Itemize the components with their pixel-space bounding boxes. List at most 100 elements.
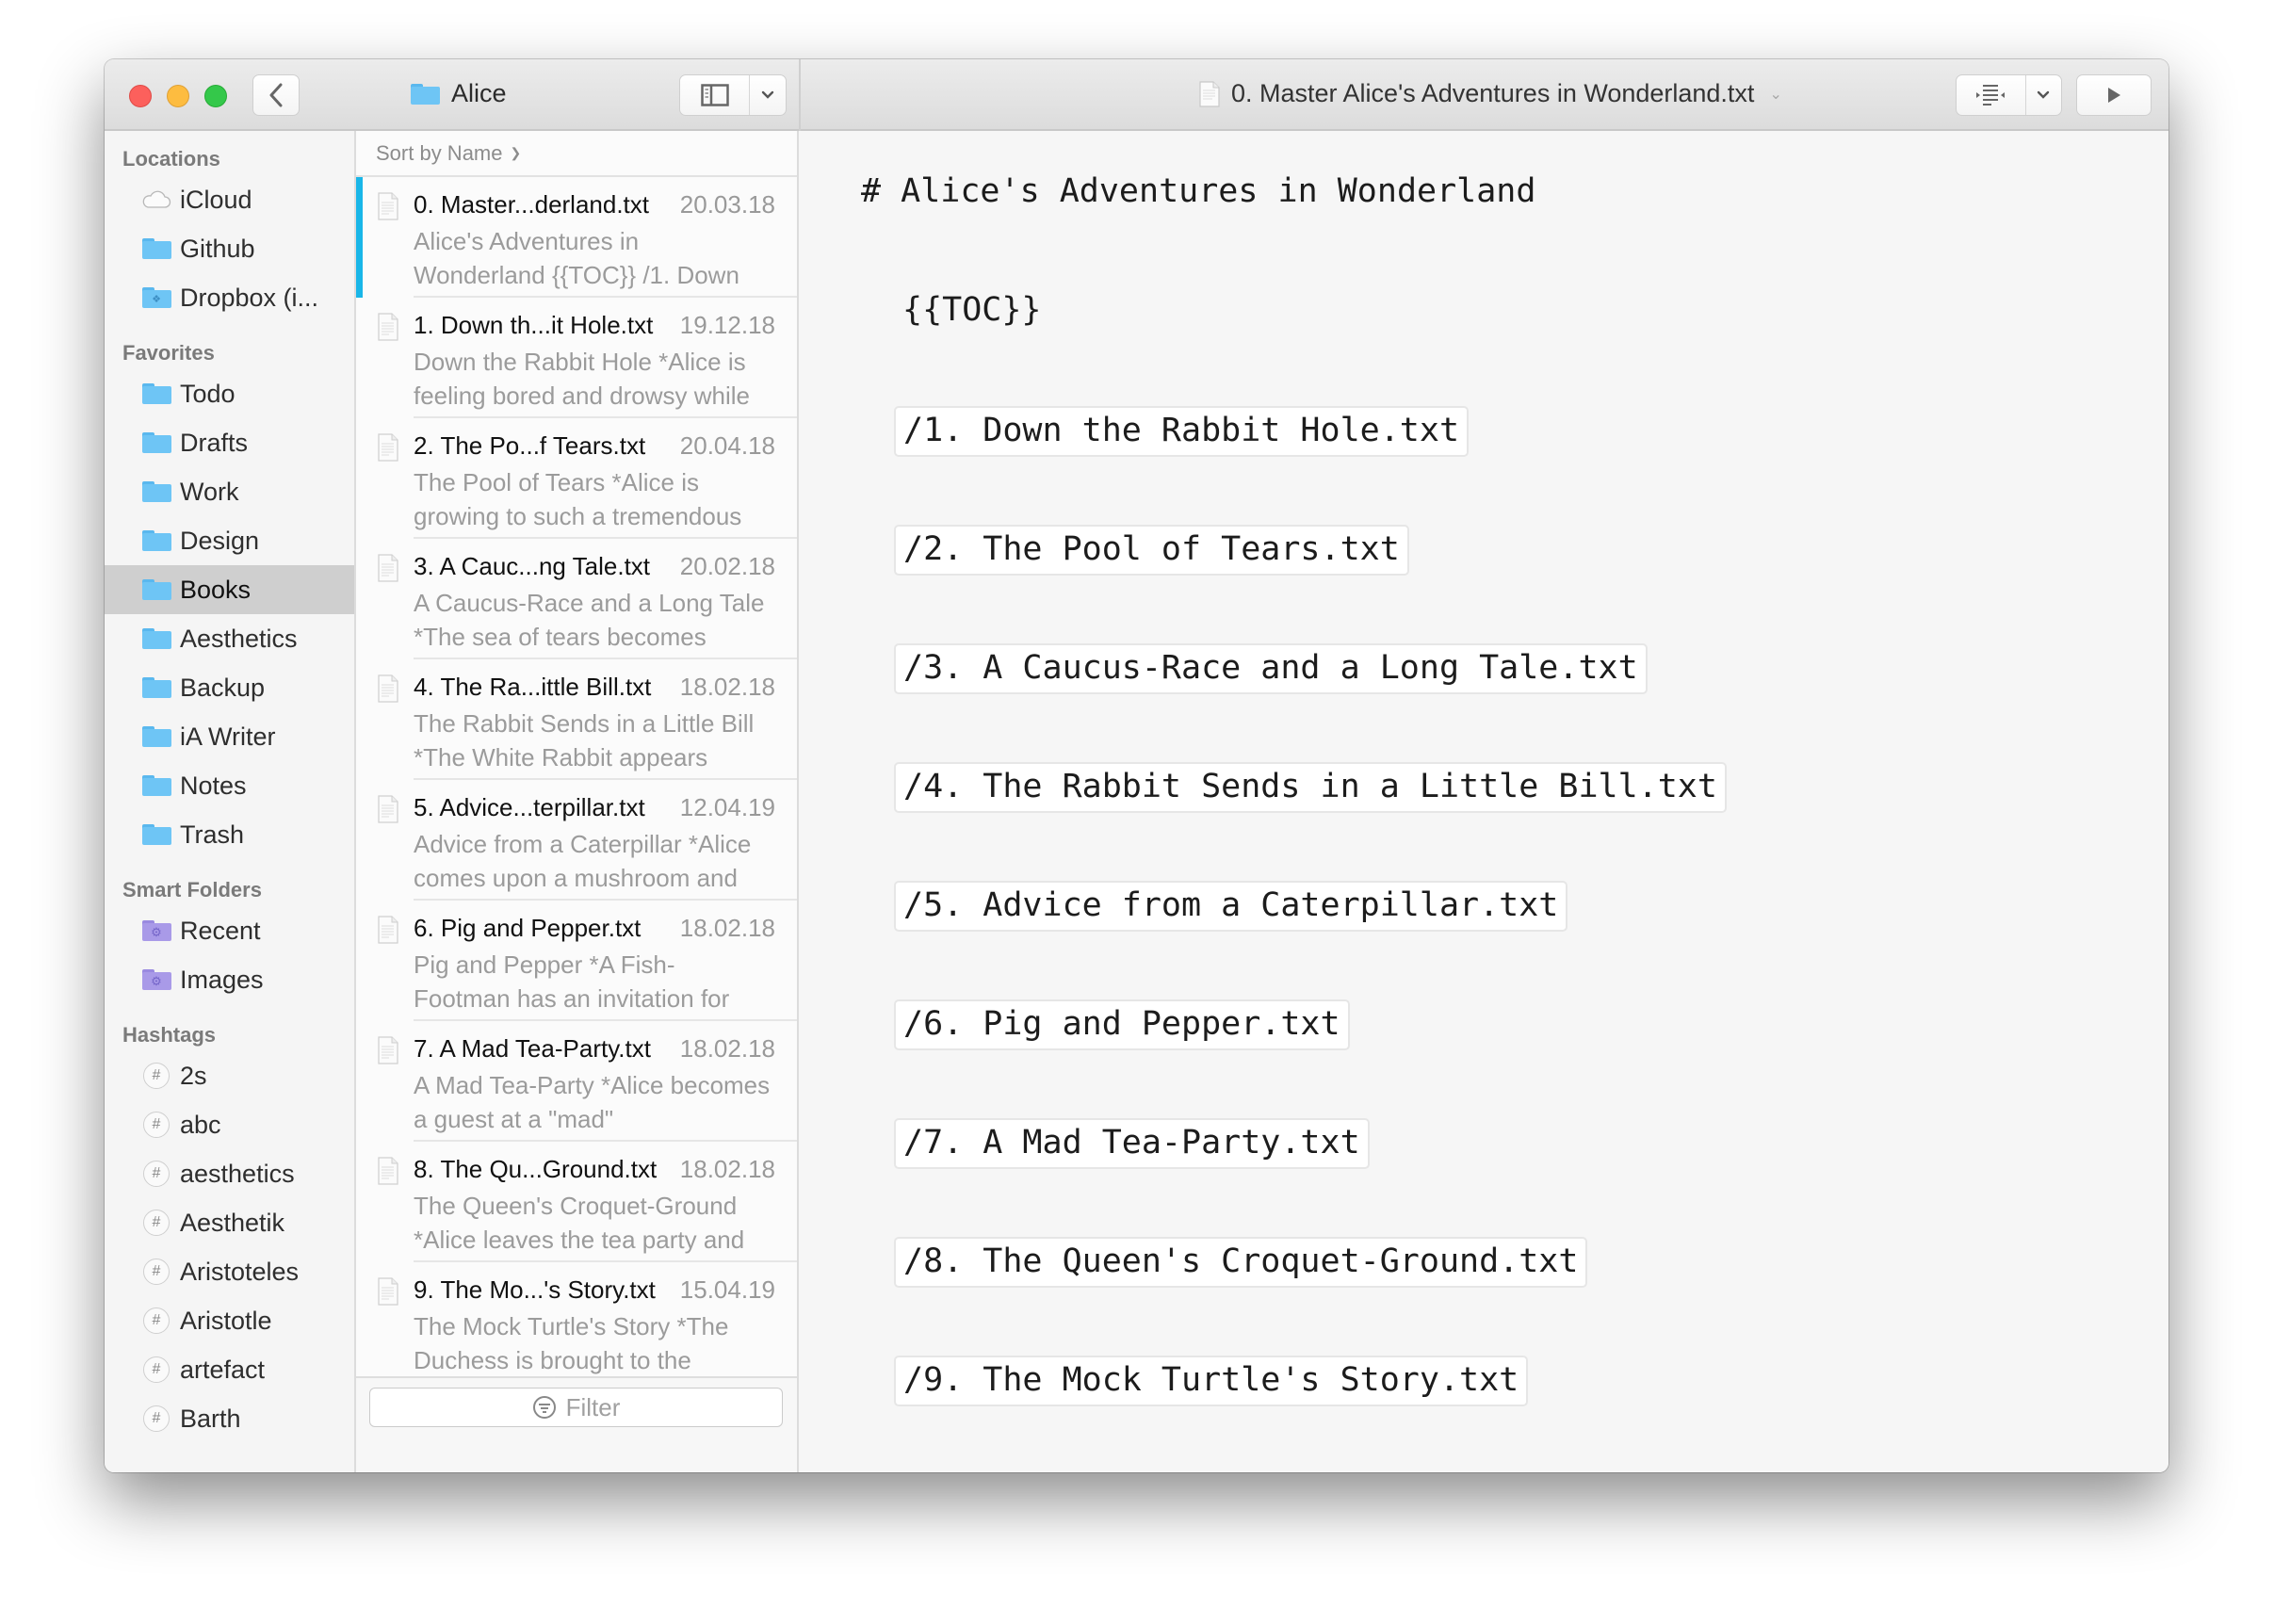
hashtag-icon: # xyxy=(143,1356,170,1383)
filter-input[interactable]: Filter xyxy=(369,1388,783,1427)
document-icon xyxy=(1199,80,1220,107)
sidebar-item-recent[interactable]: ⚙ Recent xyxy=(105,906,354,955)
sidebar-item-artefact[interactable]: # artefact xyxy=(105,1345,354,1394)
sidebar-item-design[interactable]: Design xyxy=(105,516,354,565)
sidebar-item-work[interactable]: Work xyxy=(105,467,354,516)
outline-button[interactable] xyxy=(1956,74,2062,116)
sidebar-section-title: Favorites xyxy=(122,341,215,365)
sidebar-item-todo[interactable]: Todo xyxy=(105,369,354,418)
maximize-window-button[interactable] xyxy=(204,85,227,107)
file-embed-link[interactable]: /2. The Pool of Tears.txt xyxy=(894,525,1409,576)
file-excerpt: The Mock Turtle's Story *The Duchess is … xyxy=(414,1312,729,1374)
sidebar-item-icon xyxy=(140,822,172,847)
sort-button[interactable]: Sort by Name ❯ xyxy=(356,131,797,177)
sidebar-item-icon: # xyxy=(140,1112,172,1138)
sidebar-item-aristotle[interactable]: # Aristotle xyxy=(105,1296,354,1345)
sidebar-item-abc[interactable]: # abc xyxy=(105,1100,354,1149)
sidebar-item-trash[interactable]: Trash xyxy=(105,810,354,859)
sidebar-item-label: iCloud xyxy=(180,185,252,214)
folder-icon xyxy=(141,775,171,796)
sidebar-item-aesthetics[interactable]: Aesthetics xyxy=(105,614,354,663)
sidebar-item-barth[interactable]: # Barth xyxy=(105,1394,354,1443)
file-row[interactable]: 6. Pig and Pepper.txt 18.02.18 Pig and P… xyxy=(356,901,797,1021)
sidebar-item-icon: # xyxy=(140,1259,172,1285)
file-embed-link[interactable]: /1. Down the Rabbit Hole.txt xyxy=(894,406,1470,457)
sort-label: Sort by Name xyxy=(376,140,503,165)
outline-options-dropdown[interactable] xyxy=(2026,75,2061,115)
file-embed-link[interactable]: /8. The Queen's Croquet-Ground.txt xyxy=(894,1237,1588,1288)
sidebar-item-aesthetik[interactable]: # Aesthetik xyxy=(105,1198,354,1247)
file-embed-link[interactable]: /5. Advice from a Caterpillar.txt xyxy=(894,881,1568,932)
chevron-down-icon: ❯ xyxy=(510,145,522,160)
editor[interactable]: # Alice's Adventures in Wonderland {{TOC… xyxy=(801,131,2168,1472)
outline-toggle[interactable] xyxy=(1957,75,2026,115)
document-icon xyxy=(378,554,398,582)
sidebar-item-icon: # xyxy=(140,1063,172,1089)
sidebar-item-github[interactable]: Github xyxy=(105,224,354,273)
file-row[interactable]: 2. The Po...f Tears.txt 20.04.18 The Poo… xyxy=(356,418,797,539)
folder-icon xyxy=(411,83,440,105)
document-icon xyxy=(378,313,398,341)
sidebar-item-dropbox-i[interactable]: ❖ Dropbox (i... xyxy=(105,273,354,322)
file-excerpt: Alice's Adventures in Wonderland {{TOC}}… xyxy=(414,227,739,289)
sidebar-item-label: Aesthetik xyxy=(180,1208,285,1237)
sidebar-item-label: Images xyxy=(180,965,264,994)
sidebar-toggle-button[interactable] xyxy=(679,74,787,116)
folder-icon xyxy=(141,481,171,502)
file-embed-link[interactable]: /7. A Mad Tea-Party.txt xyxy=(894,1118,1370,1169)
file-row[interactable]: 1. Down th...it Hole.txt 19.12.18 Down t… xyxy=(356,298,797,418)
sidebar-options-dropdown[interactable] xyxy=(750,75,786,115)
sidebar-item-aristoteles[interactable]: # Aristoteles xyxy=(105,1247,354,1296)
sidebar-icon xyxy=(700,84,729,106)
sidebar-item-images[interactable]: ⚙ Images xyxy=(105,955,354,1004)
close-window-button[interactable] xyxy=(129,85,152,107)
smart-folder-icon: ⚙ xyxy=(141,920,171,941)
file-rows[interactable]: 0. Master...derland.txt 20.03.18 Alice's… xyxy=(356,177,797,1376)
file-name: 4. The Ra...ittle Bill.txt xyxy=(414,673,652,701)
file-row[interactable]: 8. The Qu...Ground.txt 18.02.18 The Quee… xyxy=(356,1142,797,1262)
sidebar-item-books[interactable]: Books xyxy=(105,565,354,614)
sidebar-item-ia-writer[interactable]: iA Writer xyxy=(105,712,354,761)
file-name: 0. Master...derland.txt xyxy=(414,190,650,219)
sidebar-item-icon xyxy=(140,773,172,798)
sidebar-item-icon xyxy=(140,724,172,749)
sidebar-toggle[interactable] xyxy=(680,75,751,115)
sidebar-item-label: Aesthetics xyxy=(180,624,298,653)
sidebar-item-icon xyxy=(140,479,172,504)
sidebar-item-2s[interactable]: # 2s xyxy=(105,1051,354,1100)
file-row[interactable]: 9. The Mo...'s Story.txt 15.04.19 The Mo… xyxy=(356,1262,797,1376)
file-embed-link[interactable]: /9. The Mock Turtle's Story.txt xyxy=(894,1356,1529,1406)
sidebar-item-icon: # xyxy=(140,1405,172,1432)
file-date: 18.02.18 xyxy=(679,914,775,942)
folder-icon xyxy=(141,383,171,404)
file-embed-link[interactable]: /3. A Caucus-Race and a Long Tale.txt xyxy=(894,643,1648,694)
sidebar-item-notes[interactable]: Notes xyxy=(105,761,354,810)
folder-icon xyxy=(141,530,171,551)
file-row[interactable]: 7. A Mad Tea-Party.txt 18.02.18 A Mad Te… xyxy=(356,1021,797,1142)
sidebar-item-label: Work xyxy=(180,477,239,506)
file-row[interactable]: 3. A Cauc...ng Tale.txt 20.02.18 A Caucu… xyxy=(356,539,797,659)
back-button[interactable] xyxy=(252,74,300,116)
sidebar-item-icon: # xyxy=(140,1210,172,1236)
hashtag-icon: # xyxy=(143,1161,170,1187)
document-icon xyxy=(378,916,398,944)
sidebar-item-icon: # xyxy=(140,1161,172,1187)
file-row[interactable]: 4. The Ra...ittle Bill.txt 18.02.18 The … xyxy=(356,659,797,780)
sidebar-item-drafts[interactable]: Drafts xyxy=(105,418,354,467)
sidebar-item-aesthetics[interactable]: # aesthetics xyxy=(105,1149,354,1198)
file-date: 19.12.18 xyxy=(679,311,775,339)
file-row[interactable]: 5. Advice...terpillar.txt 12.04.19 Advic… xyxy=(356,780,797,901)
minimize-window-button[interactable] xyxy=(167,85,189,107)
file-row[interactable]: 0. Master...derland.txt 20.03.18 Alice's… xyxy=(356,177,797,298)
document-title[interactable]: 0. Master Alice's Adventures in Wonderla… xyxy=(1199,79,1782,108)
document-heading[interactable]: # Alice's Adventures in Wonderland xyxy=(861,172,1535,210)
file-name: 5. Advice...terpillar.txt xyxy=(414,793,645,821)
preview-button[interactable] xyxy=(2076,74,2152,116)
file-embed-link[interactable]: /6. Pig and Pepper.txt xyxy=(894,999,1350,1050)
file-list: Sort by Name ❯ 0. Master...derland.txt 2… xyxy=(356,131,799,1472)
file-embed-link[interactable]: /4. The Rabbit Sends in a Little Bill.tx… xyxy=(894,762,1727,813)
sidebar-item-backup[interactable]: Backup xyxy=(105,663,354,712)
toc-tag[interactable]: {{TOC}} xyxy=(902,291,1042,329)
sidebar-item-label: Todo xyxy=(180,379,236,408)
sidebar-item-icloud[interactable]: iCloud xyxy=(105,175,354,224)
